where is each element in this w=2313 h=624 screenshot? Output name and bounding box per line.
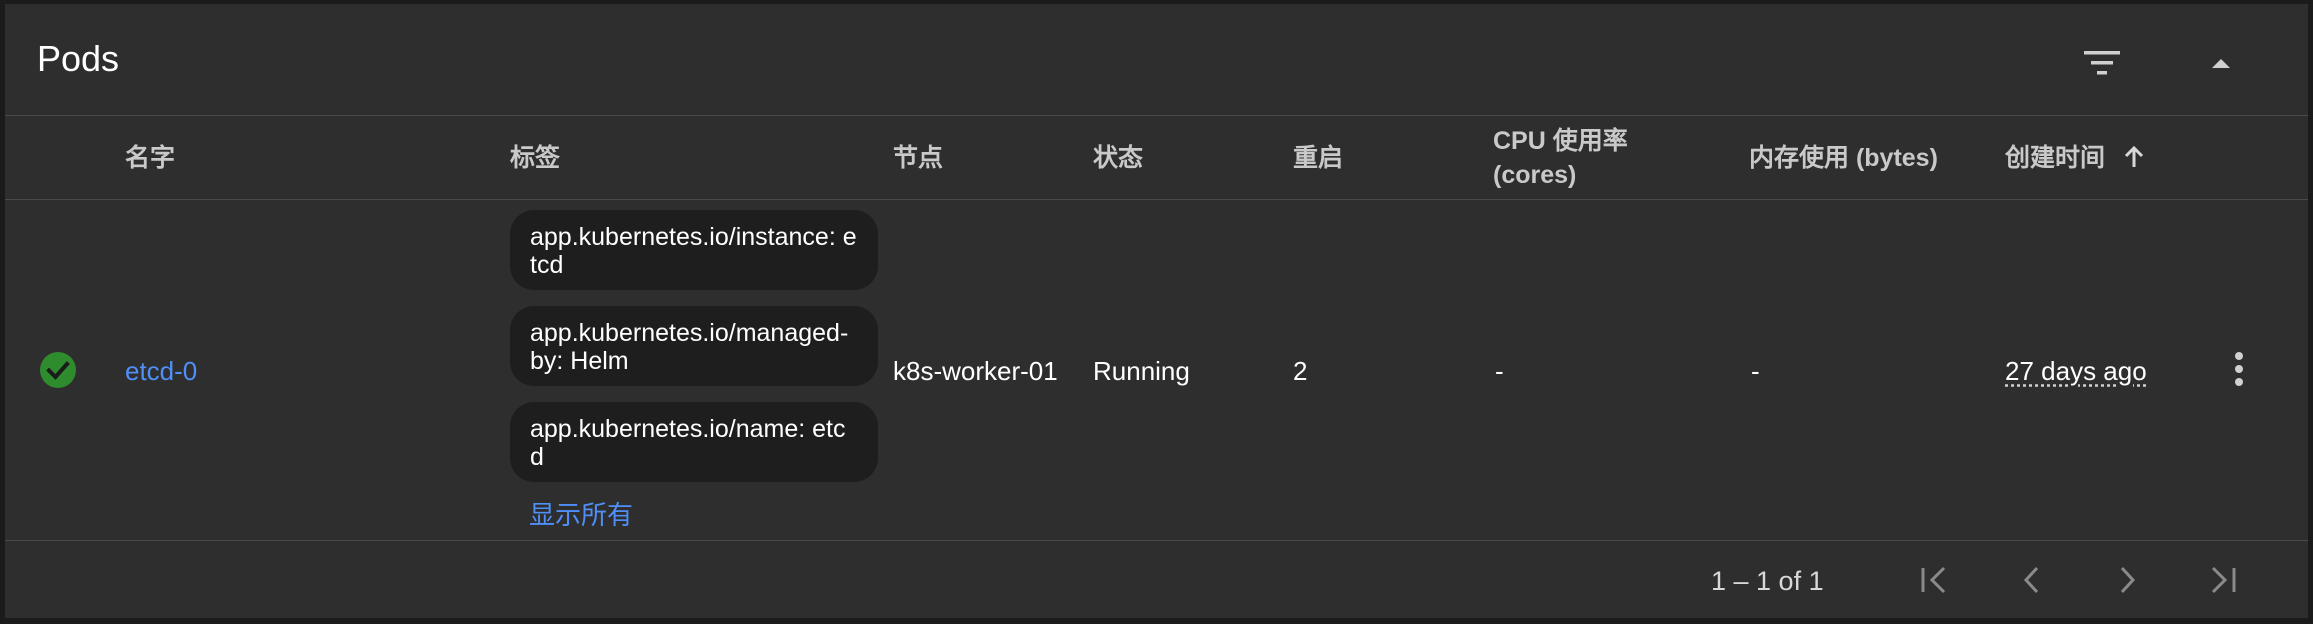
last-page-icon bbox=[2211, 566, 2236, 594]
column-header-status: 状态 bbox=[1093, 144, 1144, 172]
last-page-button[interactable] bbox=[2198, 556, 2246, 604]
filter-icon bbox=[2084, 51, 2120, 75]
paginator-range-label: 1 – 1 of 1 bbox=[1711, 566, 1824, 596]
filter-button[interactable] bbox=[2078, 39, 2126, 87]
column-header-node: 节点 bbox=[893, 144, 944, 172]
node-cell: k8s-worker-01 bbox=[893, 356, 1058, 386]
column-header-name[interactable]: 名字 bbox=[125, 141, 175, 175]
cpu-cell: - bbox=[1495, 356, 1504, 386]
memory-cell: - bbox=[1751, 356, 1760, 386]
show-all-labels-link[interactable]: 显示所有 bbox=[529, 495, 633, 532]
column-header-created[interactable]: 创建时间 bbox=[2005, 141, 2145, 175]
check-circle-icon bbox=[40, 352, 76, 388]
created-cell: 27 days ago bbox=[2005, 356, 2147, 386]
table-row: etcd-0 app.kubernetes.io/instance: etcd … bbox=[5, 200, 2308, 541]
label-chip: app.kubernetes.io/instance: etcd bbox=[510, 210, 878, 290]
column-header-created-label: 创建时间 bbox=[2005, 144, 2106, 172]
restarts-cell: 2 bbox=[1293, 356, 1308, 386]
pod-name-link[interactable]: etcd-0 bbox=[125, 354, 197, 388]
column-header-labels: 标签 bbox=[510, 144, 561, 172]
column-header-cpu: CPU 使用率 (cores) bbox=[1493, 127, 1628, 189]
label-chip: app.kubernetes.io/name: etcd bbox=[510, 402, 878, 482]
paginator: 1 – 1 of 1 bbox=[5, 542, 2308, 618]
table-header: 名字 标签 节点 状态 重启 CPU 使用率 (cores) 内存使用 (byt… bbox=[5, 117, 2308, 200]
arrow-upward-icon bbox=[2124, 145, 2144, 167]
arrow-drop-up-icon bbox=[2212, 59, 2230, 68]
chevron-left-icon bbox=[2023, 566, 2039, 594]
collapse-button[interactable] bbox=[2197, 39, 2245, 87]
previous-page-button[interactable] bbox=[2008, 556, 2056, 604]
card-header: Pods bbox=[5, 4, 2308, 116]
first-page-icon bbox=[1921, 566, 1946, 594]
card-title: Pods bbox=[37, 38, 120, 79]
column-header-restarts: 重启 bbox=[1293, 144, 1344, 172]
label-chip: app.kubernetes.io/managed-by: Helm bbox=[510, 306, 878, 386]
status-cell: Running bbox=[1093, 356, 1190, 386]
first-page-button[interactable] bbox=[1911, 556, 1959, 604]
pods-card: Pods 名字 标签 节点 状态 重启 CPU 使用率 (cores) 内存使用… bbox=[5, 4, 2308, 618]
next-page-button[interactable] bbox=[2103, 556, 2151, 604]
column-header-memory: 内存使用 (bytes) bbox=[1749, 144, 1938, 172]
more-vert-icon bbox=[2235, 352, 2243, 386]
chevron-right-icon bbox=[2120, 566, 2136, 594]
row-actions-button[interactable] bbox=[2215, 345, 2263, 393]
